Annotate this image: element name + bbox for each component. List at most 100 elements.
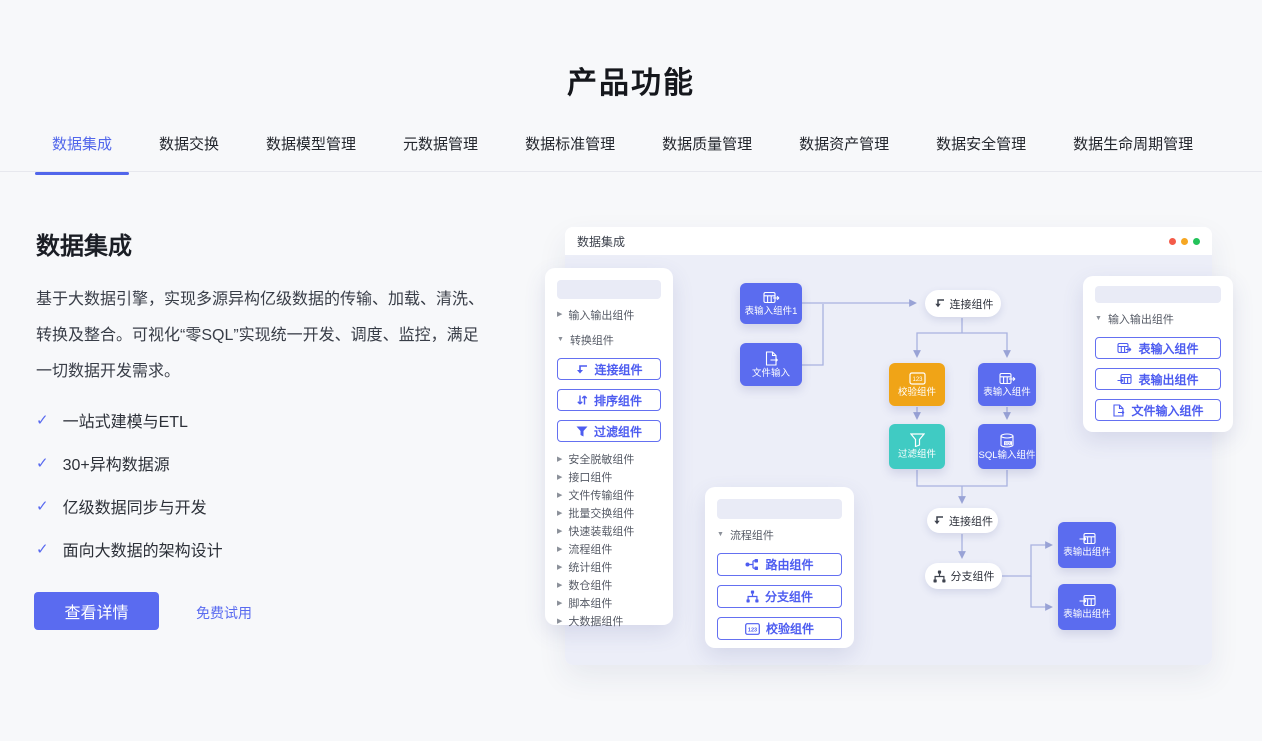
search-input[interactable] [557,280,661,299]
group-label: 文件传输组件 [568,487,634,503]
table-input-icon [1117,342,1132,354]
page-title: 产品功能 [0,58,1262,102]
group-statistics[interactable]: ▶统计组件 [557,558,661,576]
tab-data-lifecycle-management[interactable]: 数据生命周期管理 [1056,133,1210,171]
button-label: 路由组件 [765,556,813,573]
group-fast-load[interactable]: ▶快速装载组件 [557,522,661,540]
pill-branch[interactable]: 分支组件 [925,563,1002,589]
search-input[interactable] [1095,286,1221,303]
tab-metadata-management[interactable]: 元数据管理 [386,133,495,171]
node-table-input-2[interactable]: 表输入组件 [978,363,1036,406]
tab-data-model-management[interactable]: 数据模型管理 [249,133,373,171]
group-label: 安全脱敏组件 [568,451,634,467]
group-label: 转换组件 [570,332,614,348]
connect-component-button[interactable]: 连接组件 [557,358,661,380]
funnel-icon [910,433,925,447]
feature-description: 基于大数据引擎，实现多源异构亿级数据的传输、加载、清洗、转换及整合。可视化“零S… [36,282,488,390]
component-panel-right: ▼ 输入输出组件 表输入组件 表输出组件 文件输入组件 [1083,276,1233,432]
check-123-icon: 123 [745,623,760,635]
list-item: ✓ 30+异构数据源 [36,453,223,473]
group-security-masking[interactable]: ▶安全脱敏组件 [557,450,661,468]
node-label: SQL输入组件 [978,451,1035,461]
branch-icon [746,590,759,603]
check-icon: ✓ [36,454,49,472]
component-panel-left: ▶ 输入输出组件 ▼ 转换组件 连接组件 排序组件 过滤组件 ▶安全脱敏组件 ▶… [545,268,673,625]
elbow-connector-icon [933,298,945,309]
node-table-output-bottom[interactable]: 表输出组件 [1058,584,1116,630]
filter-component-button[interactable]: 过滤组件 [557,420,661,442]
chevron-right-icon: ▶ [557,510,562,517]
tab-data-asset-management[interactable]: 数据资产管理 [782,133,906,171]
chevron-right-icon: ▶ [557,311,562,318]
node-label: 校验组件 [898,388,936,398]
bullet-label: 亿级数据同步与开发 [63,494,207,518]
group-big-data[interactable]: ▶大数据组件 [557,612,661,630]
tab-data-exchange[interactable]: 数据交换 [142,133,236,171]
group-batch-exchange[interactable]: ▶批量交换组件 [557,504,661,522]
group-input-output-components[interactable]: ▶ 输入输出组件 [557,305,661,324]
pill-connect-top[interactable]: 连接组件 [925,290,1001,317]
group-label: 数仓组件 [568,577,612,593]
component-panel-flow: ▼ 流程组件 路由组件 分支组件 123 校验组件 [705,487,854,648]
chevron-right-icon: ▶ [557,600,562,607]
group-process[interactable]: ▶流程组件 [557,540,661,558]
view-details-button[interactable]: 查看详情 [34,592,159,630]
sql-database-icon: SQL [999,433,1015,448]
table-output-component-button[interactable]: 表输出组件 [1095,368,1221,390]
check-icon: ✓ [36,411,49,429]
branch-component-button[interactable]: 分支组件 [717,585,842,608]
tab-data-integration[interactable]: 数据集成 [35,133,129,171]
group-script[interactable]: ▶ 脚本组件 [557,594,661,612]
sort-component-button[interactable]: 排序组件 [557,389,661,411]
file-input-component-button[interactable]: 文件输入组件 [1095,399,1221,421]
verify-component-button[interactable]: 123 校验组件 [717,617,842,640]
group-data-warehouse[interactable]: ▶数仓组件 [557,576,661,594]
node-sql-input[interactable]: SQL SQL输入组件 [978,424,1036,469]
file-input-icon [764,351,778,366]
check-123-icon: 123 [909,372,926,385]
node-label: 表输入组件 [983,388,1031,398]
tab-data-quality-management[interactable]: 数据质量管理 [645,133,769,171]
node-verify[interactable]: 123 校验组件 [889,363,945,406]
free-trial-link[interactable]: 免费试用 [196,603,252,623]
group-label: 脚本组件 [568,595,612,611]
pill-label: 分支组件 [951,568,995,584]
feature-bullet-list: ✓ 一站式建模与ETL ✓ 30+异构数据源 ✓ 亿级数据同步与开发 ✓ 面向大… [36,410,223,582]
group-file-transfer[interactable]: ▶文件传输组件 [557,486,661,504]
tab-data-standard-management[interactable]: 数据标准管理 [508,133,632,171]
button-label: 分支组件 [765,588,813,605]
button-label: 排序组件 [594,392,642,409]
button-label: 表输出组件 [1138,371,1198,388]
elbow-connector-icon [932,515,944,526]
group-interface[interactable]: ▶接口组件 [557,468,661,486]
node-filter[interactable]: 过滤组件 [889,424,945,469]
bullet-label: 一站式建模与ETL [63,408,188,432]
group-transform-components[interactable]: ▼ 转换组件 [557,330,661,349]
node-table-input-1[interactable]: 表输入组件1 [740,283,802,324]
tab-data-security-management[interactable]: 数据安全管理 [919,133,1043,171]
button-label: 校验组件 [766,620,814,637]
check-icon: ✓ [36,497,49,515]
node-table-output-top[interactable]: 表输出组件 [1058,522,1116,568]
table-input-component-button[interactable]: 表输入组件 [1095,337,1221,359]
chevron-right-icon: ▶ [557,618,562,625]
svg-text:123: 123 [912,377,923,383]
group-input-output-components[interactable]: ▼ 输入输出组件 [1095,309,1221,328]
node-label: 表输出组件 [1063,548,1111,558]
route-icon [745,558,759,571]
table-input-icon [763,291,780,304]
group-label: 流程组件 [568,541,612,557]
table-output-icon [1079,594,1096,607]
table-output-icon [1079,532,1096,545]
button-label: 过滤组件 [594,423,642,440]
route-component-button[interactable]: 路由组件 [717,553,842,576]
component-group-list: ▶安全脱敏组件 ▶接口组件 ▶文件传输组件 ▶批量交换组件 ▶快速装载组件 ▶流… [557,450,661,630]
search-input[interactable] [717,499,842,519]
check-icon: ✓ [36,540,49,558]
node-file-input[interactable]: 文件输入 [740,343,802,386]
maximize-dot-icon [1193,238,1200,245]
group-process-components[interactable]: ▼ 流程组件 [717,525,842,544]
pill-connect-bottom[interactable]: 连接组件 [927,508,998,533]
table-input-icon [999,372,1016,385]
chevron-down-icon: ▼ [1095,315,1102,322]
